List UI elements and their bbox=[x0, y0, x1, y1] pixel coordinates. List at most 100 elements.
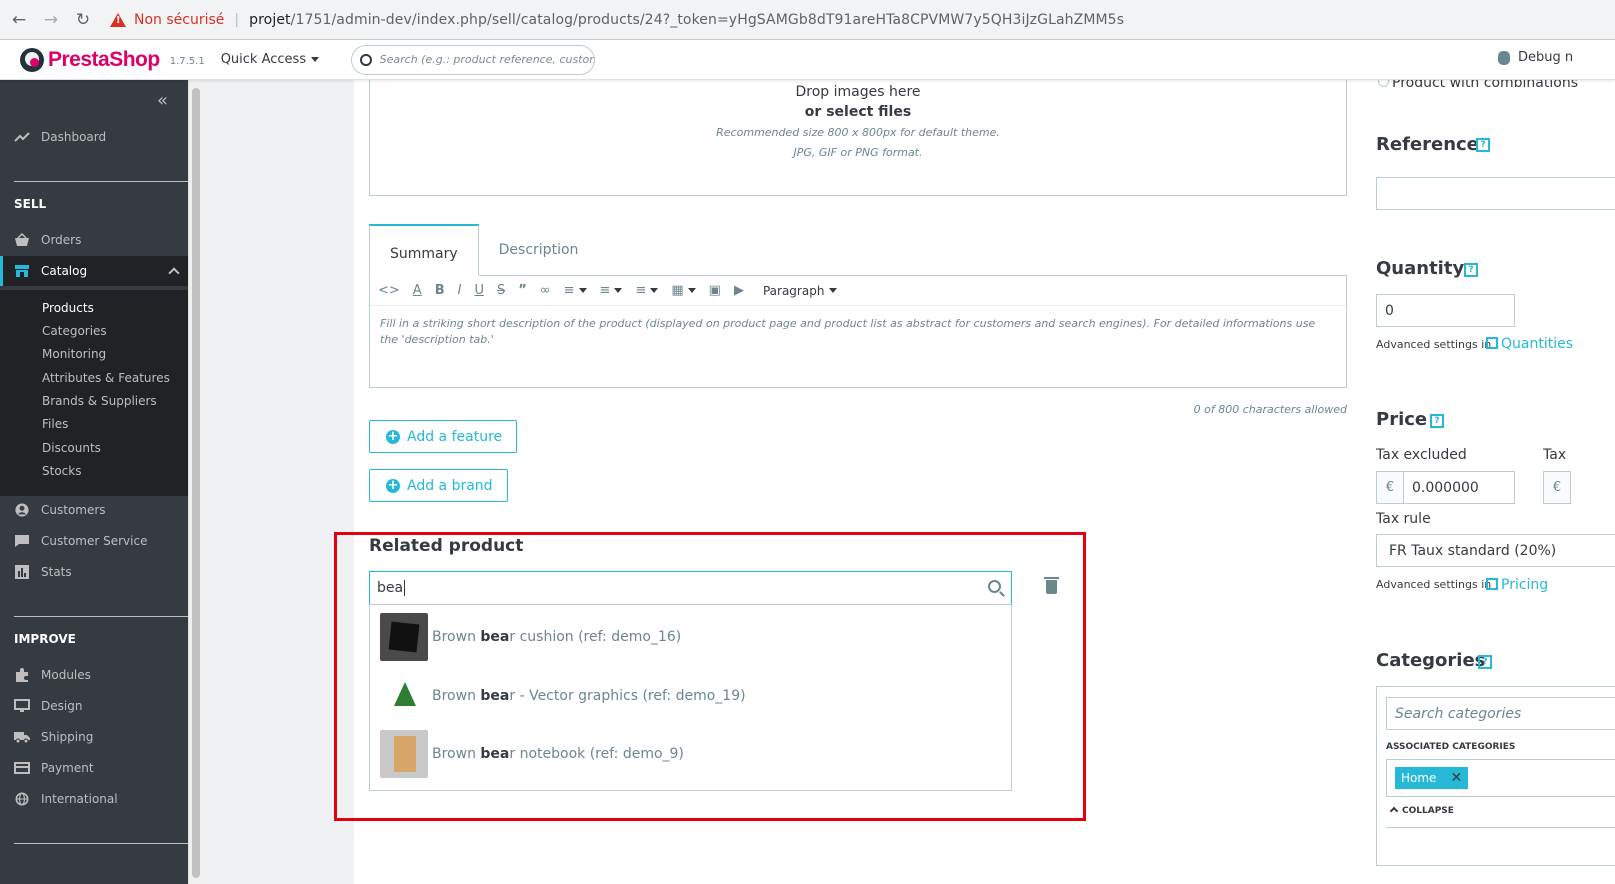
sidebar-item-payment[interactable]: Payment bbox=[0, 753, 188, 783]
address-bar[interactable]: Non sécurisé | projet/1751/admin-dev/ind… bbox=[110, 12, 1124, 28]
quantities-link[interactable]: Quantities bbox=[1486, 336, 1573, 352]
quantity-value: 0 bbox=[1385, 302, 1394, 319]
sidebar-item-orders[interactable]: Orders bbox=[0, 225, 188, 255]
help-icon[interactable]: ? bbox=[1464, 263, 1478, 277]
header-search-input[interactable]: Search (e.g.: product reference, custome bbox=[351, 44, 596, 75]
submenu-item-files[interactable]: Files bbox=[42, 417, 68, 431]
pricing-link[interactable]: Pricing bbox=[1486, 577, 1548, 593]
strikethrough-icon[interactable]: S bbox=[497, 283, 505, 298]
admin-header: PrestaShop 1.7.5.1 Quick Access Search (… bbox=[0, 40, 1615, 80]
autocomplete-item[interactable]: Brown bear cushion (ref: demo_16) bbox=[370, 611, 1011, 663]
paragraph-format-dropdown[interactable]: Paragraph bbox=[763, 284, 838, 298]
help-icon[interactable]: ? bbox=[1476, 138, 1490, 152]
submenu-item-discounts[interactable]: Discounts bbox=[42, 441, 101, 455]
submenu-item-categories[interactable]: Categories bbox=[42, 324, 107, 338]
collapse-toggle[interactable]: COLLAPSE bbox=[1389, 806, 1454, 816]
debug-mode-link[interactable]: Debug n bbox=[1498, 50, 1573, 65]
product-thumbnail bbox=[380, 613, 428, 661]
sidebar-item-stats[interactable]: Stats bbox=[0, 557, 188, 587]
improve-section-title: IMPROVE bbox=[14, 632, 76, 646]
submenu-item-monitoring[interactable]: Monitoring bbox=[42, 347, 106, 361]
remove-tag-icon[interactable]: ✕ bbox=[1450, 770, 1462, 786]
submenu-item-products[interactable]: Products bbox=[42, 301, 94, 315]
sidebar-label: Shipping bbox=[41, 730, 94, 744]
align-icon[interactable]: ≡ bbox=[564, 283, 587, 298]
price-tax-excluded-input[interactable]: 0.000000 bbox=[1403, 471, 1515, 504]
forward-arrow-icon[interactable]: → bbox=[38, 7, 64, 33]
sidebar-item-international[interactable]: International bbox=[0, 784, 188, 814]
collapse-sidebar-icon[interactable]: « bbox=[157, 90, 168, 111]
sidebar-item-customer-service[interactable]: Customer Service bbox=[0, 526, 188, 556]
sidebar-label: Catalog bbox=[41, 264, 88, 278]
back-arrow-icon[interactable]: ← bbox=[6, 7, 32, 33]
scrollbar-thumb[interactable] bbox=[192, 88, 200, 878]
quantity-input[interactable]: 0 bbox=[1376, 294, 1515, 327]
user-circle-icon bbox=[14, 503, 30, 517]
product-form-main: Drop images here or select files Recomme… bbox=[334, 80, 1360, 884]
caret-down-icon bbox=[687, 288, 696, 293]
tax-rule-value: FR Taux standard (20%) bbox=[1389, 542, 1557, 559]
search-placeholder: Search (e.g.: product reference, custome bbox=[379, 53, 595, 66]
media-icon[interactable]: ▶ bbox=[734, 283, 744, 298]
tab-summary[interactable]: Summary bbox=[369, 224, 479, 276]
help-icon[interactable]: ? bbox=[1478, 655, 1492, 669]
sidebar-item-design[interactable]: Design bbox=[0, 691, 188, 721]
add-feature-label: Add a feature bbox=[407, 428, 503, 445]
sidebar-label: Customers bbox=[41, 503, 106, 517]
sidebar-item-customers[interactable]: Customers bbox=[0, 495, 188, 525]
bold-icon[interactable]: B bbox=[435, 283, 445, 298]
summary-editor[interactable]: <> A B I U S ” ∞ ≡ ≡ ≡ ▦ ▣ ▶ Paragraph F… bbox=[369, 275, 1347, 388]
source-code-icon[interactable]: <> bbox=[378, 283, 400, 298]
table-icon[interactable]: ▦ bbox=[671, 283, 696, 298]
url-host: projet bbox=[249, 11, 291, 28]
reference-input[interactable] bbox=[1376, 177, 1615, 210]
sidebar-label: Modules bbox=[41, 668, 91, 682]
help-icon[interactable]: ? bbox=[1430, 414, 1444, 428]
submenu-item-brands[interactable]: Brands & Suppliers bbox=[42, 394, 157, 408]
blockquote-icon[interactable]: ” bbox=[518, 283, 527, 298]
add-brand-button[interactable]: + Add a brand bbox=[369, 469, 508, 502]
submenu-item-attributes[interactable]: Attributes & Features bbox=[42, 371, 170, 385]
associated-categories-box: Home ✕ bbox=[1386, 759, 1615, 797]
trash-icon[interactable] bbox=[1044, 577, 1059, 594]
related-product-search-input[interactable]: bea bbox=[369, 571, 1012, 605]
globe-icon bbox=[14, 792, 30, 806]
add-feature-button[interactable]: + Add a feature bbox=[369, 420, 518, 453]
external-link-icon bbox=[1486, 578, 1498, 590]
sidebar-item-modules[interactable]: Modules bbox=[0, 660, 188, 690]
sidebar-label: Stats bbox=[41, 565, 72, 579]
submenu-item-stocks[interactable]: Stocks bbox=[42, 464, 81, 478]
puffin-logo-icon bbox=[20, 47, 44, 72]
quick-access-label: Quick Access bbox=[220, 52, 307, 67]
sidebar-item-catalog[interactable]: Catalog bbox=[0, 256, 188, 286]
bar-chart-icon bbox=[14, 565, 30, 579]
sidebar-scrollbar[interactable] bbox=[188, 80, 202, 884]
euro-addon: € bbox=[1376, 471, 1404, 504]
image-icon[interactable]: ▣ bbox=[709, 283, 721, 298]
quick-access-dropdown[interactable]: Quick Access bbox=[220, 52, 320, 67]
image-dropzone[interactable]: Drop images here or select files Recomme… bbox=[369, 80, 1347, 196]
category-tag-home[interactable]: Home ✕ bbox=[1395, 767, 1469, 789]
sidebar-label: Dashboard bbox=[41, 130, 107, 144]
sidebar-item-shipping[interactable]: Shipping bbox=[0, 722, 188, 752]
product-thumbnail bbox=[380, 730, 428, 778]
prestashop-logo[interactable]: PrestaShop 1.7.5.1 bbox=[20, 47, 205, 72]
autocomplete-item[interactable]: Brown bear notebook (ref: demo_9) bbox=[370, 728, 1011, 780]
autocomplete-item[interactable]: Brown bear - Vector graphics (ref: demo_… bbox=[370, 670, 1011, 722]
trending-up-icon bbox=[14, 130, 30, 144]
select-files-link[interactable]: or select files bbox=[370, 104, 1346, 120]
tax-rule-select[interactable]: FR Taux standard (20%) bbox=[1376, 534, 1615, 567]
plus-circle-icon: + bbox=[386, 428, 400, 444]
search-categories-input[interactable]: Search categories bbox=[1386, 697, 1615, 730]
text-color-icon[interactable]: A bbox=[413, 283, 422, 298]
bullet-list-icon[interactable]: ≡ bbox=[600, 283, 623, 298]
link-icon[interactable]: ∞ bbox=[540, 283, 551, 298]
editor-toolbar: <> A B I U S ” ∞ ≡ ≡ ≡ ▦ ▣ ▶ Paragraph bbox=[370, 276, 1346, 306]
numbered-list-icon[interactable]: ≡ bbox=[635, 283, 659, 298]
tab-description[interactable]: Description bbox=[479, 224, 599, 276]
reload-icon[interactable]: ↻ bbox=[70, 7, 96, 33]
sidebar-item-dashboard[interactable]: Dashboard bbox=[0, 122, 188, 152]
url-path: /1751/admin-dev/index.php/sell/catalog/p… bbox=[290, 11, 1125, 28]
italic-icon[interactable]: I bbox=[458, 283, 462, 298]
underline-icon[interactable]: U bbox=[474, 283, 484, 298]
